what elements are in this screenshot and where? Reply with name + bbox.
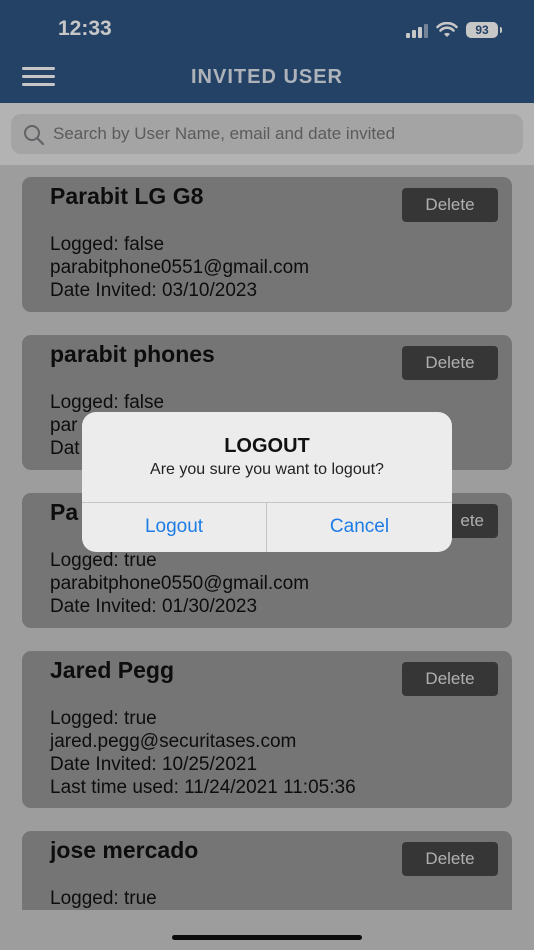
dialog-title: LOGOUT — [224, 435, 310, 457]
dialog-message: Are you sure you want to logout? — [150, 461, 384, 478]
cancel-button[interactable]: Cancel — [267, 502, 452, 552]
logout-button[interactable]: Logout — [82, 502, 266, 552]
logout-dialog: LOGOUT Are you sure you want to logout? … — [82, 412, 452, 552]
